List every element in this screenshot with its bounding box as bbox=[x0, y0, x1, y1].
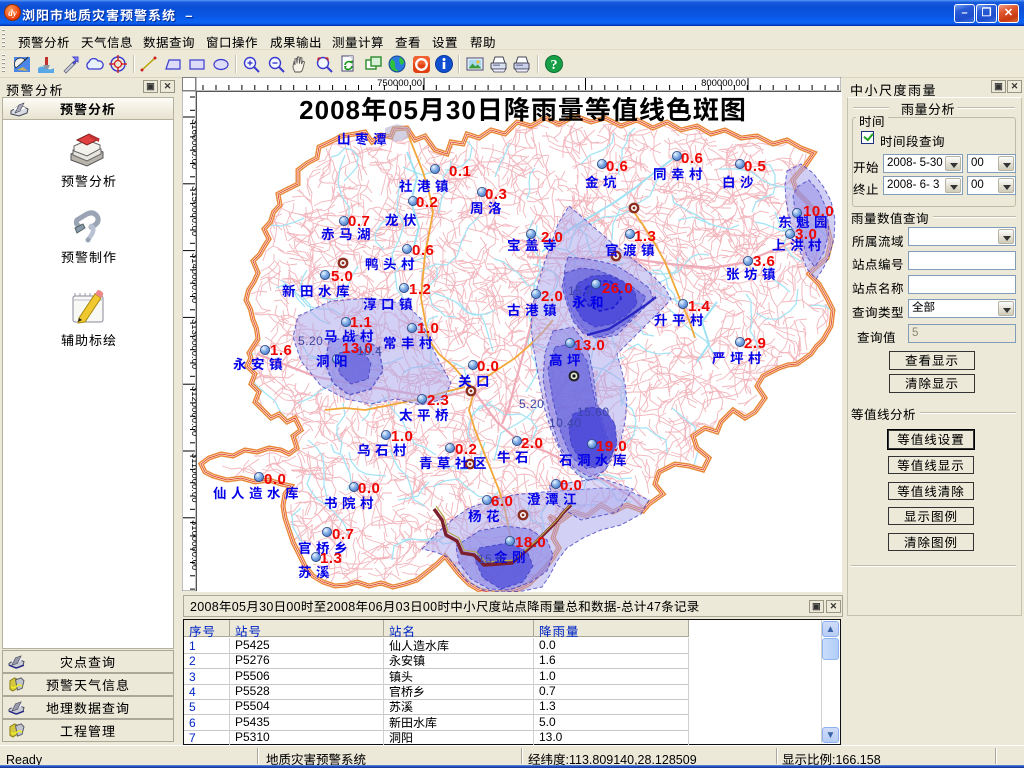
svg-text:5.0: 5.0 bbox=[331, 268, 353, 285]
svg-text:26.0: 26.0 bbox=[602, 280, 633, 297]
svg-text:2.0: 2.0 bbox=[541, 229, 563, 246]
svg-text:0.3: 0.3 bbox=[485, 186, 507, 203]
svg-text:800000.00: 800000.00 bbox=[701, 78, 746, 89]
svg-text:1.4: 1.4 bbox=[688, 298, 711, 315]
svg-text:2.3: 2.3 bbox=[427, 392, 449, 409]
svg-text:3150000.00: 3150000.00 bbox=[189, 186, 196, 236]
svg-text:龙伏: 龙伏 bbox=[385, 209, 421, 229]
svg-text:0.5: 0.5 bbox=[744, 158, 766, 175]
svg-text:0.6: 0.6 bbox=[606, 158, 628, 175]
svg-text:6.0: 6.0 bbox=[491, 493, 513, 510]
svg-text:15.6: 15.6 bbox=[478, 552, 503, 566]
svg-text:?: ? bbox=[551, 58, 558, 73]
svg-text:15.6: 15.6 bbox=[568, 284, 593, 298]
svg-text:社港镇: 社港镇 bbox=[399, 175, 453, 195]
svg-text:5.20: 5.20 bbox=[298, 334, 323, 348]
svg-text:0.2: 0.2 bbox=[455, 441, 477, 458]
svg-text:15.60: 15.60 bbox=[577, 405, 610, 419]
svg-text:3.6: 3.6 bbox=[753, 253, 775, 270]
svg-text:2.0: 2.0 bbox=[521, 435, 543, 452]
svg-text:1.1: 1.1 bbox=[350, 314, 372, 331]
svg-text:2008年05月30日降雨量等值线色斑图: 2008年05月30日降雨量等值线色斑图 bbox=[299, 92, 747, 127]
svg-text:3100000.00: 3100000.00 bbox=[189, 520, 196, 570]
svg-text:5.20: 5.20 bbox=[519, 397, 544, 411]
svg-text:3140000.00: 3140000.00 bbox=[189, 253, 196, 303]
svg-text:0.0: 0.0 bbox=[560, 477, 582, 494]
svg-text:0.2: 0.2 bbox=[416, 194, 438, 211]
svg-text:10.4: 10.4 bbox=[357, 344, 382, 358]
svg-text:3110000.00: 3110000.00 bbox=[189, 453, 196, 503]
svg-text:18.0: 18.0 bbox=[515, 534, 546, 551]
svg-text:1.3: 1.3 bbox=[320, 550, 342, 567]
svg-text:0.0: 0.0 bbox=[264, 471, 286, 488]
svg-text:0.1: 0.1 bbox=[449, 163, 471, 180]
svg-text:0.6: 0.6 bbox=[412, 242, 434, 259]
svg-text:0.7: 0.7 bbox=[348, 213, 370, 230]
svg-text:0.0: 0.0 bbox=[477, 358, 499, 375]
svg-text:3160000.00: 3160000.00 bbox=[189, 119, 196, 169]
svg-text:10.0: 10.0 bbox=[803, 203, 834, 220]
svg-text:山枣潭: 山枣潭 bbox=[337, 128, 391, 148]
svg-text:10.40: 10.40 bbox=[549, 416, 582, 430]
svg-text:1.0: 1.0 bbox=[417, 320, 439, 337]
svg-text:1.6: 1.6 bbox=[270, 342, 292, 359]
svg-text:3130000.00: 3130000.00 bbox=[189, 319, 196, 369]
svg-text:3120000.00: 3120000.00 bbox=[189, 386, 196, 436]
svg-text:鸭头村: 鸭头村 bbox=[365, 253, 419, 273]
svg-text:1.2: 1.2 bbox=[409, 281, 431, 298]
svg-text:750000.00: 750000.00 bbox=[377, 78, 422, 89]
svg-text:1.3: 1.3 bbox=[634, 228, 656, 245]
svg-text:2.9: 2.9 bbox=[744, 335, 766, 352]
svg-text:19.0: 19.0 bbox=[596, 438, 627, 455]
svg-text:仙人造水库: 仙人造水库 bbox=[213, 482, 303, 502]
svg-text:0.7: 0.7 bbox=[332, 526, 354, 543]
svg-text:1.0: 1.0 bbox=[391, 428, 413, 445]
svg-text:0.6: 0.6 bbox=[681, 150, 703, 167]
svg-text:3.0: 3.0 bbox=[795, 226, 817, 243]
svg-text:13.0: 13.0 bbox=[574, 337, 605, 354]
svg-text:2.0: 2.0 bbox=[541, 288, 563, 305]
svg-text:0.0: 0.0 bbox=[358, 480, 380, 497]
